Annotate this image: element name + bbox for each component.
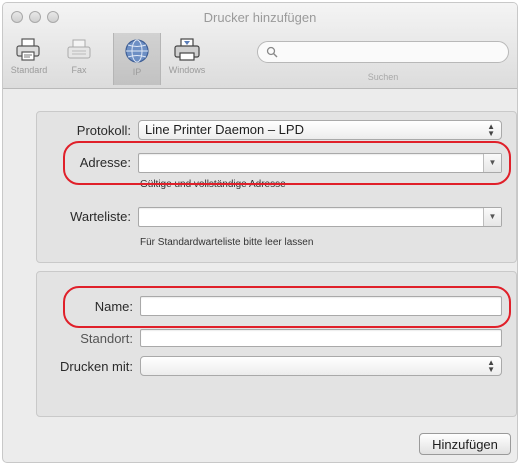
protokoll-label: Protokoll: xyxy=(76,123,131,138)
adresse-input[interactable]: ▼ xyxy=(138,153,502,173)
add-printer-window: Drucker hinzufügen Standard Fax IP Windo… xyxy=(2,2,518,463)
toolbar-standard-label: Standard xyxy=(10,65,48,75)
protokoll-select[interactable]: Line Printer Daemon – LPD ▲ ▼ xyxy=(138,120,502,140)
toolbar-windows-label: Windows xyxy=(168,65,206,75)
search-field[interactable] xyxy=(257,41,509,63)
standort-input[interactable] xyxy=(140,329,502,347)
toolbar-fax-button[interactable]: Fax xyxy=(55,33,103,85)
toolbar-fax-label: Fax xyxy=(71,65,87,75)
search-label: Suchen xyxy=(367,72,399,82)
fax-icon xyxy=(67,39,91,59)
protokoll-value: Line Printer Daemon – LPD xyxy=(145,122,304,137)
title-bar: Drucker hinzufügen Standard Fax IP Windo… xyxy=(3,3,517,89)
standort-label: Standort: xyxy=(80,331,133,346)
add-button[interactable]: Hinzufügen xyxy=(419,433,511,455)
toolbar-windows-button[interactable]: Windows xyxy=(163,33,211,85)
globe-icon xyxy=(125,39,149,63)
warteliste-label: Warteliste: xyxy=(70,209,131,224)
updown-arrows-icon: ▲ ▼ xyxy=(487,122,495,138)
name-input[interactable] xyxy=(140,296,502,316)
name-label: Name: xyxy=(94,299,133,314)
adresse-label: Adresse: xyxy=(79,155,131,170)
toolbar-ip-label: IP xyxy=(132,67,142,77)
toolbar-standard-button[interactable]: Standard xyxy=(5,33,53,85)
updown-arrows-icon: ▲ ▼ xyxy=(487,358,495,374)
drucken-mit-select[interactable]: ▲ ▼ xyxy=(140,356,502,376)
search-icon xyxy=(266,46,278,58)
drucken-mit-label: Drucken mit: xyxy=(60,359,133,374)
warteliste-hint: Für Standardwarteliste bitte leer lassen xyxy=(140,237,314,248)
adresse-hint: Gültige und vollständige Adresse xyxy=(140,179,286,190)
chevron-down-icon[interactable]: ▼ xyxy=(483,154,501,172)
windows-printer-icon xyxy=(174,38,200,61)
window-title: Drucker hinzufügen xyxy=(203,10,317,25)
toolbar-ip-button[interactable]: IP xyxy=(113,33,161,85)
warteliste-input[interactable]: ▼ xyxy=(138,207,502,227)
standard-printer-icon xyxy=(16,38,40,61)
chevron-down-icon[interactable]: ▼ xyxy=(483,208,501,226)
